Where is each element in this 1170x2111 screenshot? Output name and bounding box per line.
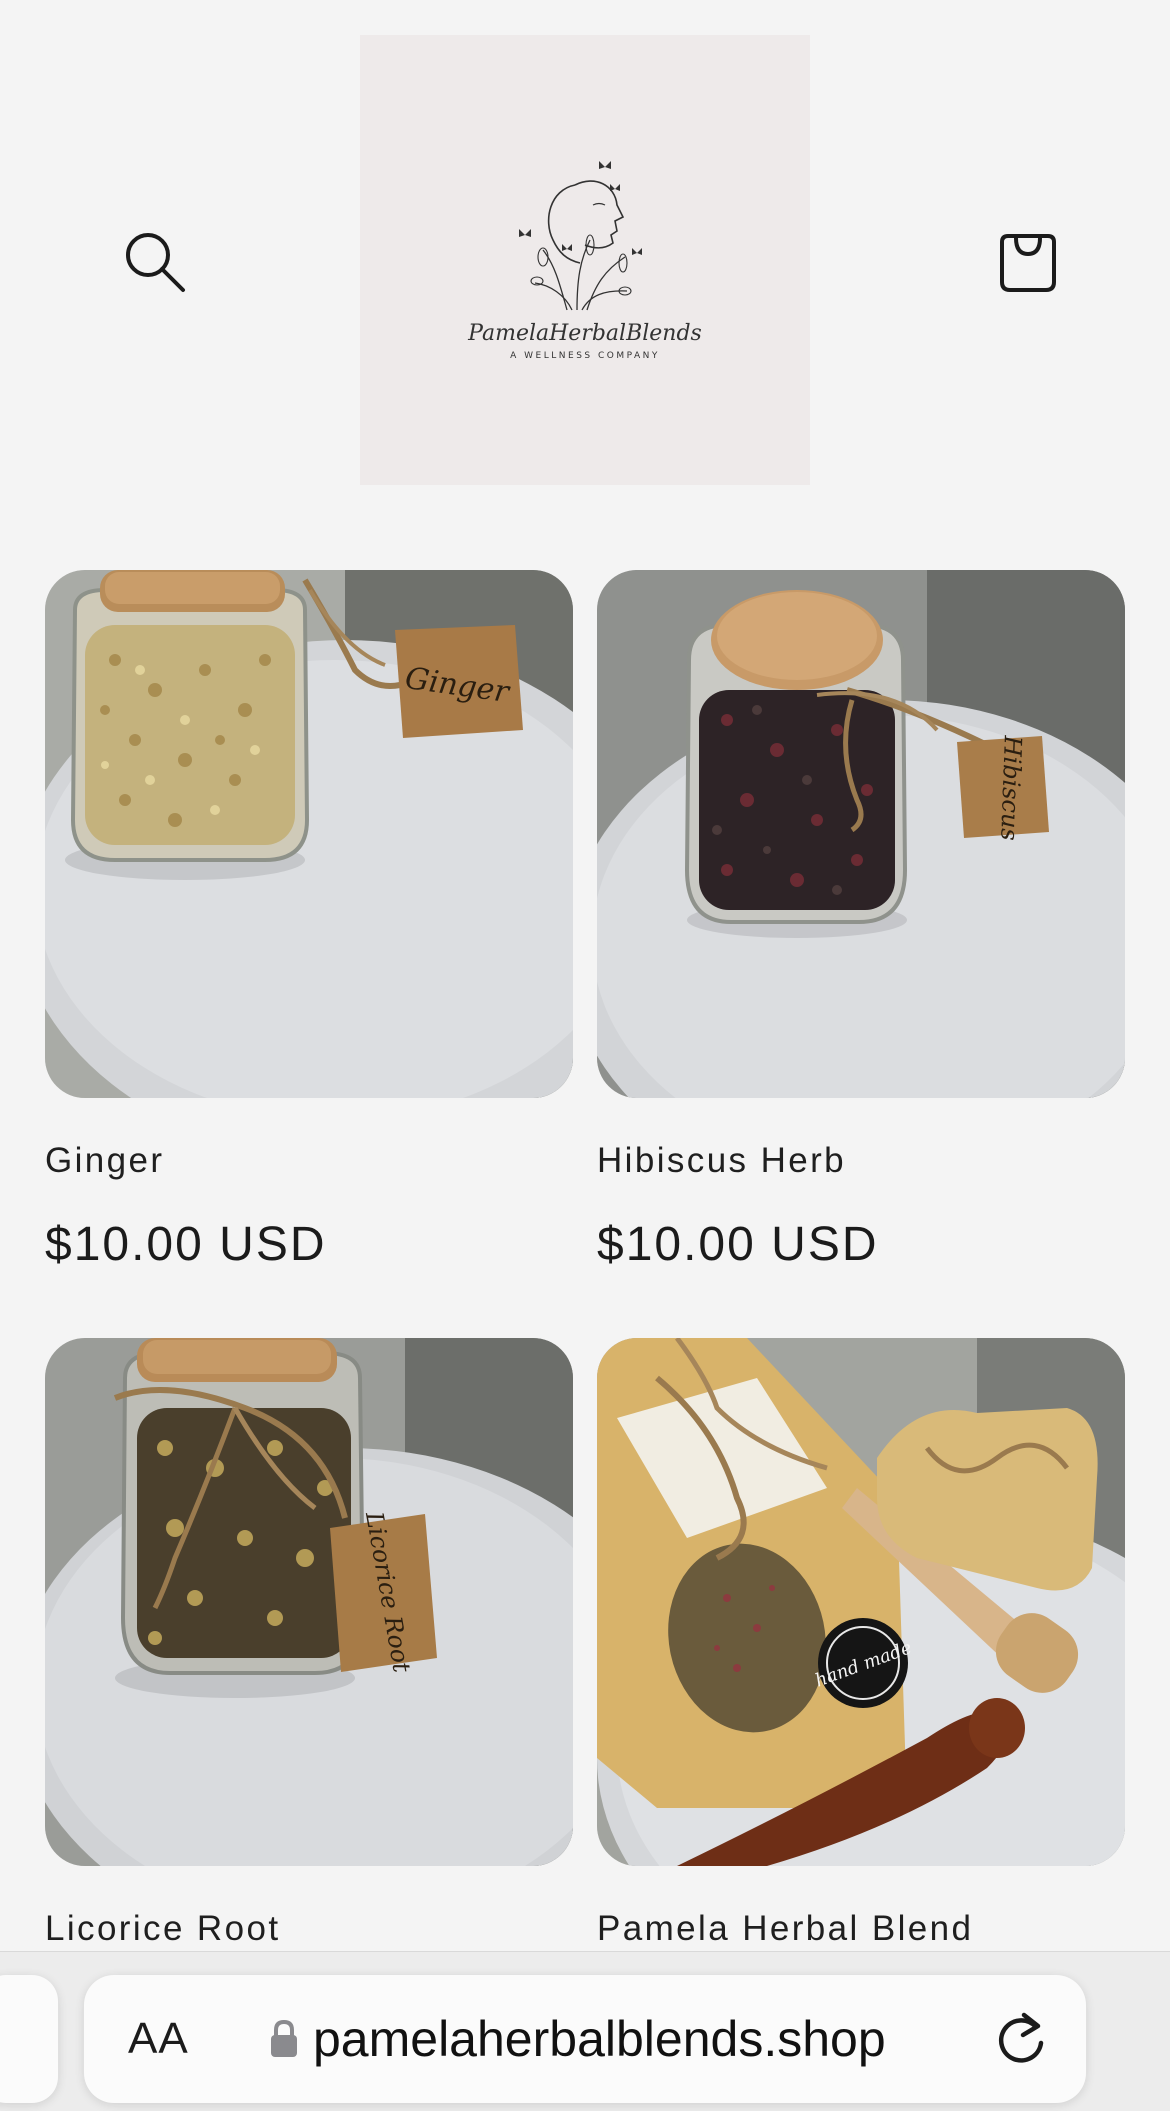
search-button[interactable] <box>115 222 195 302</box>
product-image[interactable]: Licorice Root <box>45 1338 573 1866</box>
herbal-blend-bag-photo: hand made <box>597 1338 1125 1866</box>
reload-icon <box>998 2012 1044 2063</box>
previous-tab[interactable] <box>0 1975 58 2103</box>
product-card-hibiscus-herb[interactable]: Hibiscus Hibiscus Herb $10.00 USD <box>597 570 1125 1272</box>
url-field[interactable]: pamelaherbalblends.shop <box>269 1975 886 2103</box>
site-logo[interactable]: PamelaHerbalBlends A WELLNESS COMPANY <box>360 35 810 485</box>
product-name[interactable]: Pamela Herbal Blend <box>597 1909 1125 1949</box>
cart-icon <box>1000 234 1056 292</box>
address-bar[interactable]: AA pamelaherbalblends.shop <box>84 1975 1086 2103</box>
product-card-pamela-herbal-blend[interactable]: hand made Pamela Herbal Blend <box>597 1338 1125 1985</box>
reload-button[interactable] <box>988 2005 1056 2073</box>
product-image[interactable]: Ginger <box>45 570 573 1098</box>
product-image[interactable]: hand made <box>597 1338 1125 1866</box>
text-size-button[interactable]: AA <box>128 1975 189 2103</box>
ginger-jar-photo: Ginger <box>45 570 573 1098</box>
browser-toolbar: AA pamelaherbalblends.shop <box>0 1951 1170 2111</box>
licorice-jar-photo: Licorice Root <box>45 1338 573 1866</box>
product-name[interactable]: Ginger <box>45 1141 573 1181</box>
logo-illustration: PamelaHerbalBlends A WELLNESS COMPANY <box>467 161 702 361</box>
lock-icon <box>271 2019 297 2057</box>
url-text: pamelaherbalblends.shop <box>313 2011 886 2067</box>
product-name[interactable]: Licorice Root <box>45 1909 573 1949</box>
product-card-ginger[interactable]: Ginger Ginger $10.00 USD <box>45 570 573 1272</box>
cart-button[interactable] <box>986 220 1070 304</box>
product-card-licorice-root[interactable]: Licorice Root Licorice Root <box>45 1338 573 1985</box>
hibiscus-jar-photo: Hibiscus <box>597 570 1125 1098</box>
svg-text:A WELLNESS COMPANY: A WELLNESS COMPANY <box>510 351 660 361</box>
product-image[interactable]: Hibiscus <box>597 570 1125 1098</box>
search-icon <box>126 233 185 292</box>
svg-text:PamelaHerbalBlends: PamelaHerbalBlends <box>467 321 702 346</box>
text-size-label: AA <box>128 2014 189 2063</box>
product-price: $10.00 USD <box>45 1218 327 1271</box>
product-price: $10.00 USD <box>597 1218 879 1271</box>
site-header: PamelaHerbalBlends A WELLNESS COMPANY <box>0 0 1170 520</box>
product-name[interactable]: Hibiscus Herb <box>597 1141 1125 1181</box>
svg-text:Hibiscus: Hibiscus <box>995 734 1027 841</box>
